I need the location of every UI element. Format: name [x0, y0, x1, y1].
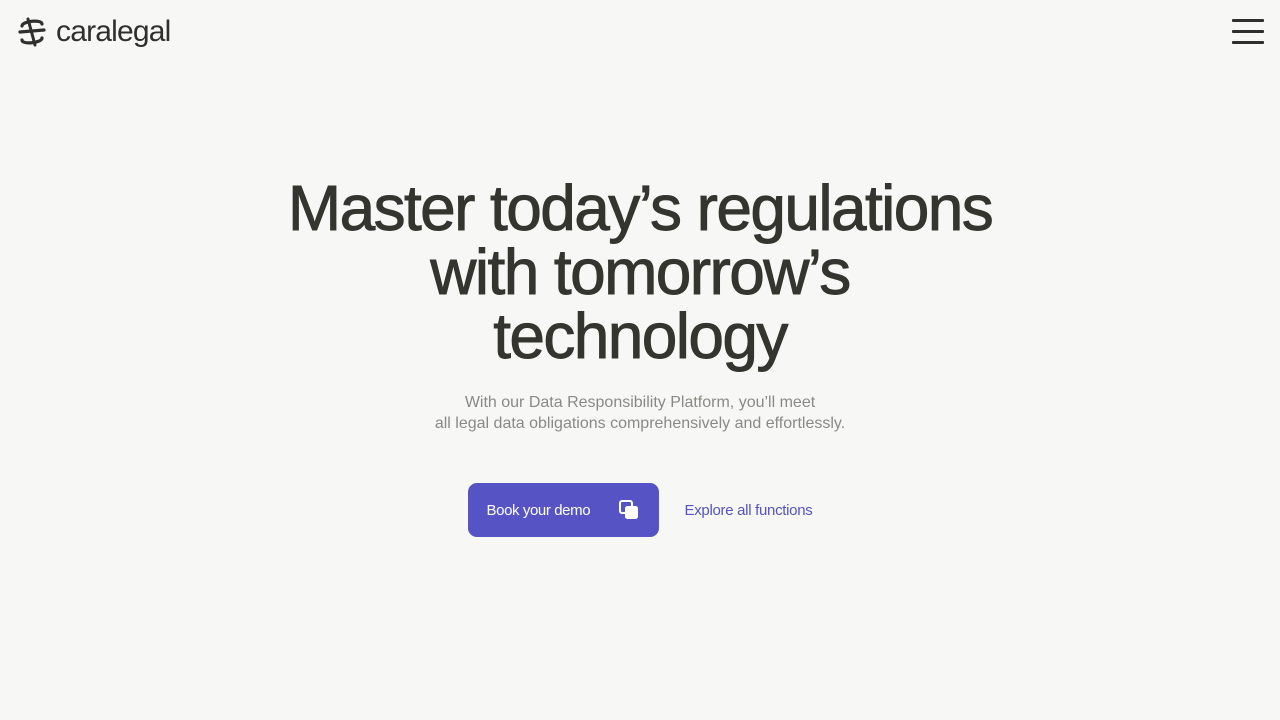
hero-section: Master today’s regulations with tomorrow… [0, 176, 1280, 537]
explore-functions-link[interactable]: Explore all functions [685, 502, 813, 519]
hero-title-line-3: technology [493, 300, 789, 372]
hamburger-menu-icon[interactable] [1232, 19, 1264, 45]
hero-subtitle-line-1: With our Data Responsibility Platform, y… [464, 394, 816, 411]
hero-title-line-2: with tomorrow’s [430, 236, 852, 308]
caralegal-logo-icon [18, 17, 46, 47]
hero-title-line-1: Master today’s regulations [287, 172, 994, 244]
hero-subtitle: With our Data Responsibility Platform, y… [435, 392, 845, 434]
brand-name: caralegal [56, 15, 171, 48]
menu-bar-middle [1232, 30, 1264, 33]
copy-windows-icon [618, 500, 638, 519]
book-demo-label: Book your demo [486, 501, 591, 519]
menu-bar-top [1232, 19, 1264, 22]
cta-row: Book your demo Explore all functions [467, 483, 813, 537]
menu-bar-bottom [1232, 41, 1264, 44]
brand-logo-link[interactable]: caralegal [16, 16, 171, 48]
hero-subtitle-line-2: all legal data obligations comprehensive… [434, 415, 846, 432]
page: caralegal Master today’s regulations wit… [0, 0, 1280, 720]
book-demo-button[interactable]: Book your demo [467, 483, 659, 537]
site-header: caralegal [0, 0, 1280, 64]
hero-title: Master today’s regulations with tomorrow… [230, 172, 1050, 372]
